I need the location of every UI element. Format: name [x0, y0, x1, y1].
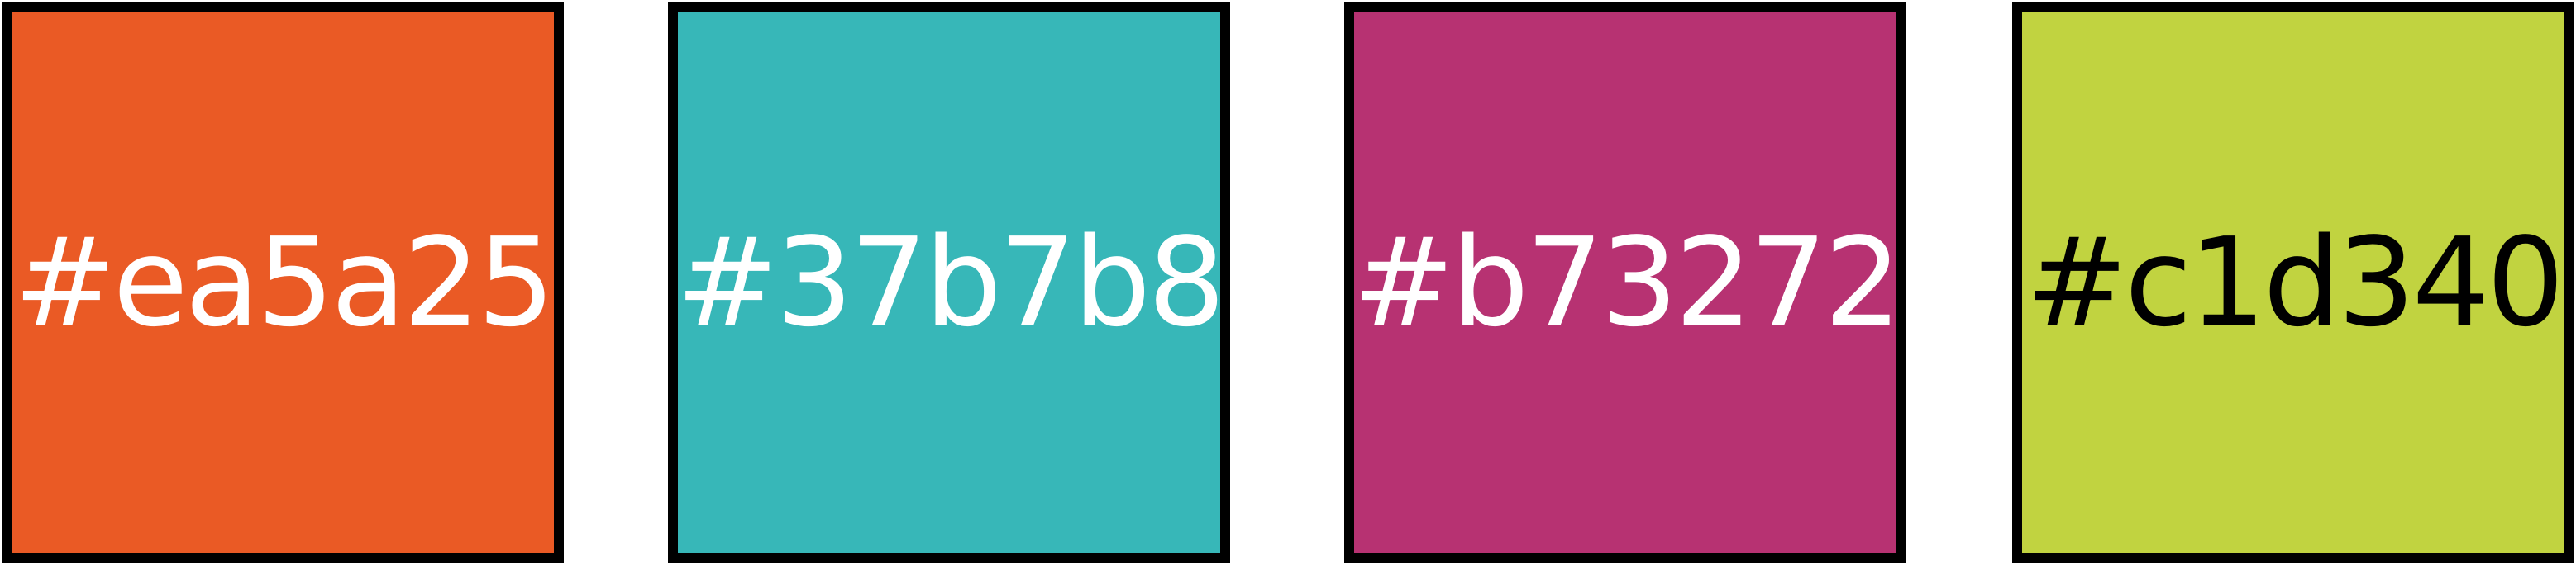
color-swatch-lime: #c1d340: [2012, 2, 2574, 563]
color-swatch-teal: #37b7b8: [668, 2, 1230, 563]
color-swatch-magenta: #b73272: [1344, 2, 1906, 563]
swatch-hex-label: #c1d340: [2025, 211, 2564, 354]
swatch-hex-label: #b73272: [1352, 211, 1902, 354]
color-swatch-orange: #ea5a25: [2, 2, 564, 563]
swatch-hex-label: #37b7b8: [675, 211, 1226, 354]
swatch-hex-label: #ea5a25: [13, 211, 556, 354]
